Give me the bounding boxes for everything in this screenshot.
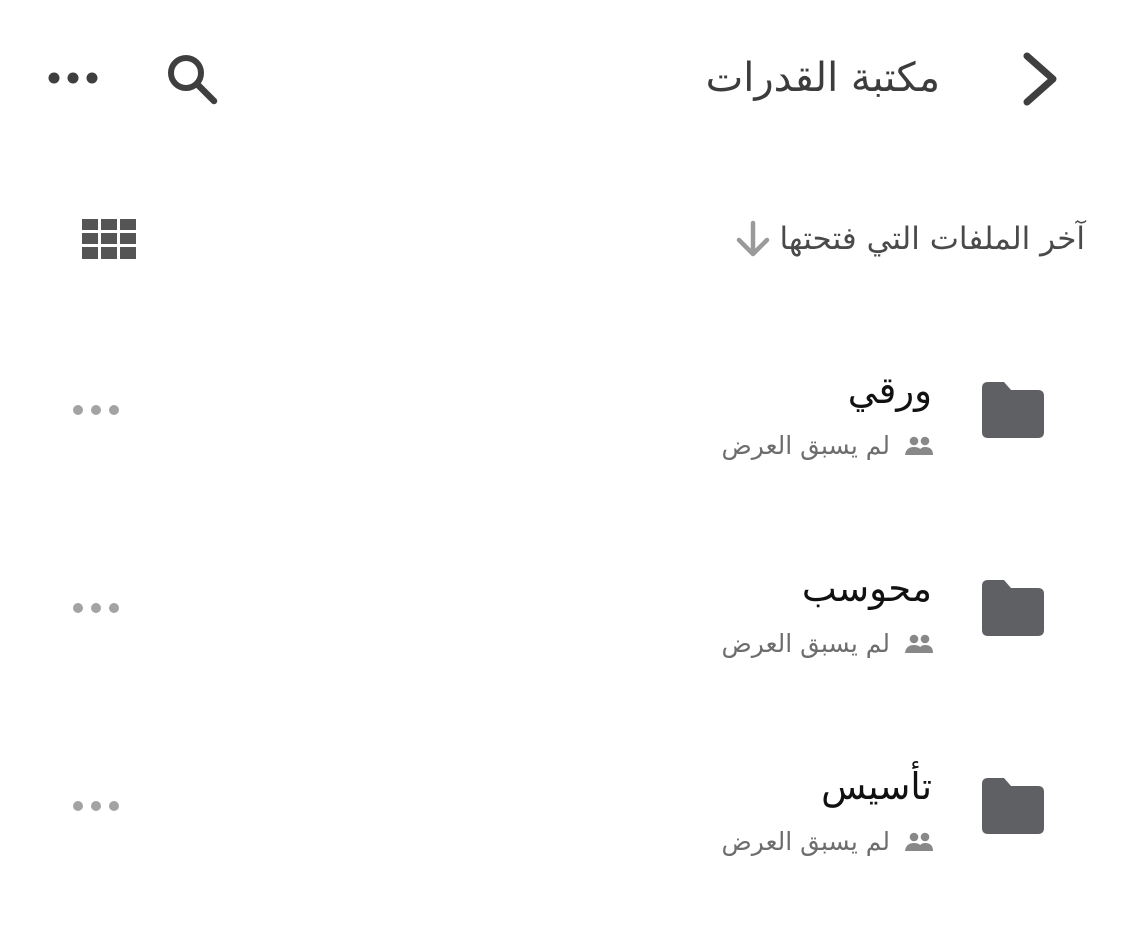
row-more-button[interactable] bbox=[60, 788, 132, 824]
folder-meta: لم يسبق العرض bbox=[560, 626, 936, 662]
folder-icon bbox=[982, 778, 1044, 834]
row-more-button[interactable] bbox=[60, 590, 132, 626]
grid-view-icon bbox=[82, 219, 136, 259]
arrow-down-icon bbox=[731, 217, 775, 261]
folder-row[interactable]: ورقي لم يسبق العرض bbox=[0, 342, 1124, 482]
back-button[interactable] bbox=[1010, 46, 1072, 112]
more-horizontal-icon bbox=[73, 603, 119, 613]
shared-people-icon bbox=[902, 434, 936, 458]
more-horizontal-icon bbox=[73, 405, 119, 415]
sort-label: آخر الملفات التي فتحتها bbox=[779, 221, 1085, 257]
page-title: مكتبة القدرات bbox=[705, 55, 940, 101]
more-horizontal-icon bbox=[48, 72, 98, 84]
search-icon bbox=[168, 55, 218, 105]
folder-row[interactable]: تأسيس لم يسبق العرض bbox=[0, 738, 1124, 878]
folder-name: ورقي bbox=[847, 369, 932, 412]
folder-status: لم يسبق العرض bbox=[721, 629, 890, 658]
more-horizontal-icon bbox=[73, 801, 119, 811]
folder-status: لم يسبق العرض bbox=[721, 827, 890, 856]
row-more-button[interactable] bbox=[60, 392, 132, 428]
folder-status: لم يسبق العرض bbox=[721, 431, 890, 460]
search-button[interactable] bbox=[158, 45, 226, 113]
chevron-right-icon bbox=[1023, 52, 1057, 106]
folder-icon bbox=[982, 382, 1044, 438]
folder-name: محوسب bbox=[801, 567, 932, 610]
grid-view-button[interactable] bbox=[76, 211, 142, 267]
shared-people-icon bbox=[902, 830, 936, 854]
folder-meta: لم يسبق العرض bbox=[560, 824, 936, 860]
folder-name: تأسيس bbox=[821, 765, 932, 808]
sort-control[interactable]: آخر الملفات التي فتحتها bbox=[645, 208, 1085, 270]
app-screen: مكتبة القدرات آخر الملفات التي فتحتها ور… bbox=[0, 0, 1124, 946]
folder-icon bbox=[982, 580, 1044, 636]
folder-meta: لم يسبق العرض bbox=[560, 428, 936, 464]
folder-row[interactable]: محوسب لم يسبق العرض bbox=[0, 540, 1124, 680]
shared-people-icon bbox=[902, 632, 936, 656]
more-options-button[interactable] bbox=[38, 55, 108, 101]
